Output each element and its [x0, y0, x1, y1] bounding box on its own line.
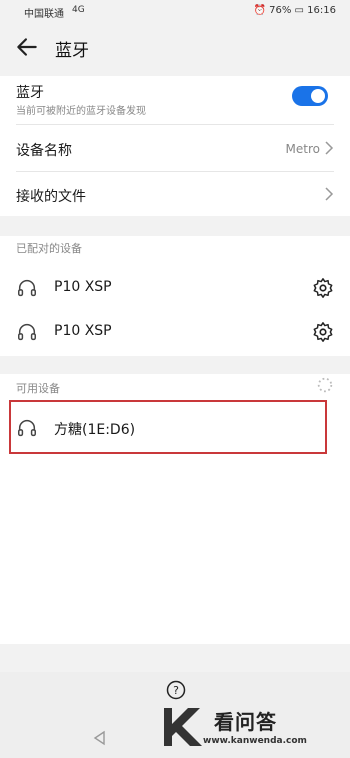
switch-knob — [311, 89, 325, 103]
watermark-url: www.kanwenda.com — [203, 736, 307, 746]
battery-icon: ▭ — [294, 5, 304, 16]
clock: 16:16 — [307, 5, 336, 16]
watermark-title: 看问答 — [214, 710, 277, 734]
paired-device-row[interactable]: P10 XSP — [0, 268, 350, 308]
alarm-icon: ⏰ — [253, 5, 266, 16]
available-section-header: 可用设备 — [16, 382, 60, 395]
bluetooth-sub: 当前可被附近的蓝牙设备发现 — [16, 106, 146, 117]
watermark-logo-icon — [164, 708, 202, 746]
back-arrow-icon[interactable] — [14, 34, 40, 60]
paired-section-header: 已配对的设备 — [16, 242, 82, 255]
app-bar: 蓝牙 — [0, 22, 350, 72]
gear-icon[interactable] — [312, 277, 334, 299]
nav-back-icon[interactable] — [92, 730, 108, 746]
status-right: ⏰ 76% ▭ 16:16 — [253, 5, 336, 16]
page-title: 蓝牙 — [55, 41, 89, 61]
signal-label: 4G — [72, 5, 85, 15]
loading-spinner-icon — [317, 377, 333, 393]
gear-icon[interactable] — [312, 321, 334, 343]
bluetooth-toggle-row[interactable]: 蓝牙 当前可被附近的蓝牙设备发现 — [0, 76, 350, 124]
settings-card: 蓝牙 当前可被附近的蓝牙设备发现 设备名称 Metro 接收的文件 — [0, 76, 350, 216]
headphones-icon — [18, 280, 36, 297]
svg-text:?: ? — [173, 684, 179, 697]
battery-percent: 76% — [269, 5, 292, 16]
received-files-row[interactable]: 接收的文件 — [0, 172, 350, 216]
bluetooth-label: 蓝牙 — [16, 85, 44, 101]
device-name-value: Metro — [285, 142, 320, 156]
paired-device-name: P10 XSP — [54, 279, 112, 295]
status-bar: 中国联通 4G ⏰ 76% ▭ 16:16 — [0, 0, 350, 22]
chevron-right-icon — [325, 141, 334, 155]
headphones-icon — [18, 324, 36, 341]
received-files-label: 接收的文件 — [16, 189, 86, 205]
help-icon[interactable]: ? — [166, 680, 186, 700]
device-name-label: 设备名称 — [16, 143, 72, 159]
carrier-label: 中国联通 — [24, 9, 64, 20]
paired-devices-card: 已配对的设备 P10 XSP P10 XSP — [0, 236, 350, 356]
chevron-right-icon — [325, 187, 334, 201]
bluetooth-switch[interactable] — [292, 86, 328, 106]
paired-device-row[interactable]: P10 XSP — [0, 312, 350, 352]
paired-device-name: P10 XSP — [54, 323, 112, 339]
highlight-box — [9, 400, 327, 454]
device-name-row[interactable]: 设备名称 Metro — [0, 125, 350, 171]
